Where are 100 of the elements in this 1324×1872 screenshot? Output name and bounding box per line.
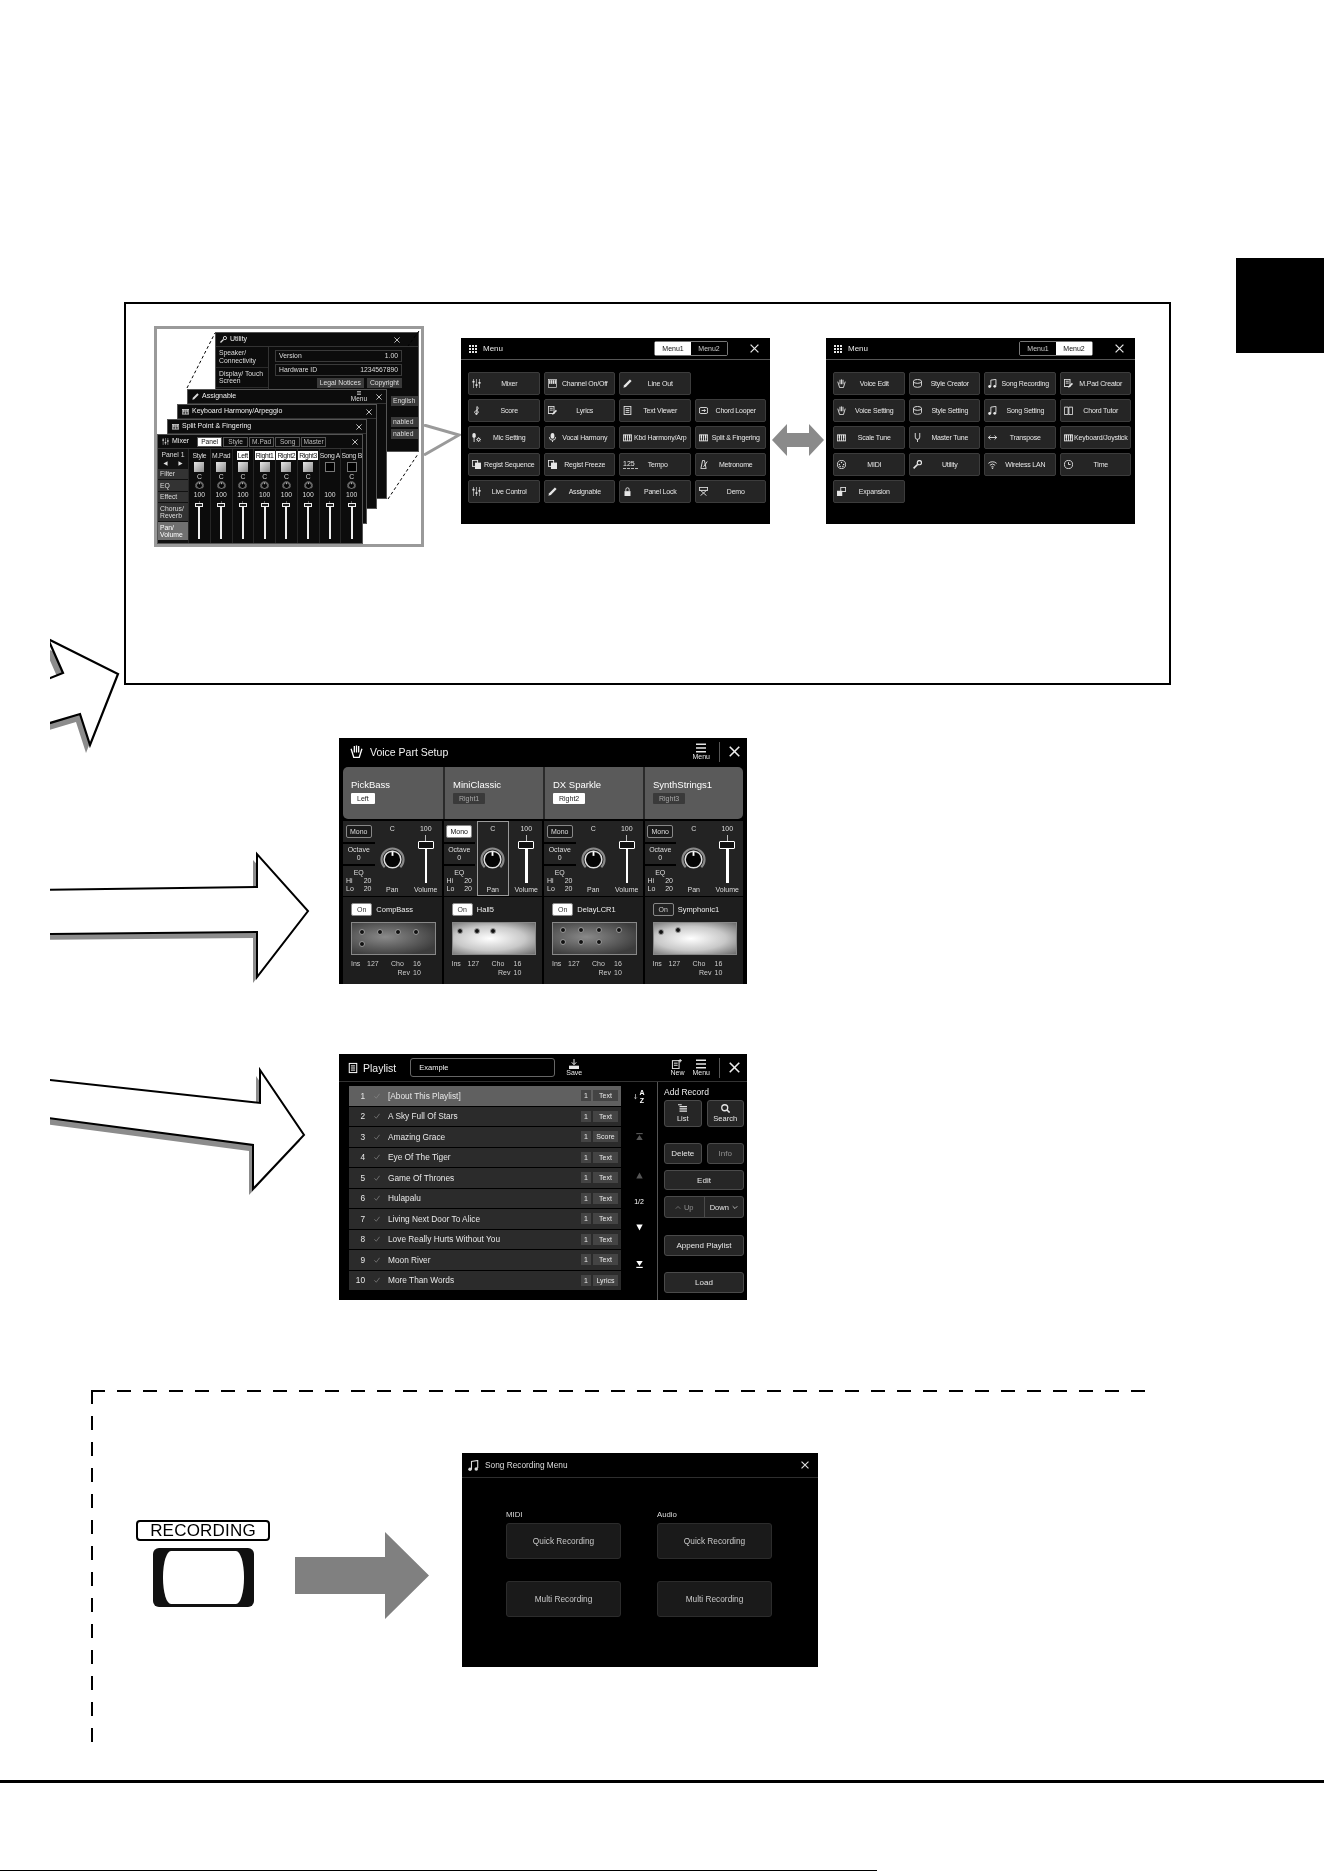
close-icon[interactable] bbox=[366, 408, 372, 415]
list-icon bbox=[677, 1104, 689, 1113]
close-icon[interactable] bbox=[356, 423, 362, 430]
add-record-label: Add Record bbox=[664, 1087, 710, 1097]
song-title: A Sky Full Of Stars bbox=[388, 1111, 459, 1122]
recording-button[interactable] bbox=[152, 1548, 254, 1607]
action-button[interactable]: Delete bbox=[664, 1143, 702, 1164]
screen-title: Menu bbox=[848, 344, 868, 353]
keyboard-icon bbox=[182, 408, 189, 415]
search-icon bbox=[719, 1104, 731, 1113]
knob-icon[interactable] bbox=[681, 846, 707, 872]
microphone-gear-icon bbox=[472, 433, 481, 442]
slider-thumb[interactable] bbox=[304, 502, 313, 507]
check-icon bbox=[374, 1092, 380, 1099]
row-number: 5 bbox=[359, 1172, 365, 1183]
row-number: 2 bbox=[359, 1111, 365, 1122]
close-icon[interactable] bbox=[352, 438, 358, 445]
image-placeholder bbox=[194, 462, 205, 472]
chevron-down-icon bbox=[731, 1204, 738, 1210]
volume-slider[interactable] bbox=[282, 501, 291, 539]
tuning-fork-icon bbox=[912, 433, 922, 442]
close-icon[interactable] bbox=[729, 746, 740, 757]
load-button[interactable]: Load bbox=[664, 1272, 744, 1293]
empty-square-icon bbox=[324, 462, 335, 472]
append-playlist-button[interactable]: Append Playlist bbox=[664, 1235, 744, 1256]
slider-thumb[interactable] bbox=[217, 502, 226, 507]
loop-icon bbox=[698, 406, 708, 415]
song-title: Moon River bbox=[388, 1254, 432, 1265]
pages-icon bbox=[547, 460, 557, 469]
slider-thumb[interactable] bbox=[238, 502, 247, 507]
menu-icon bbox=[695, 742, 708, 753]
notes-icon bbox=[988, 379, 997, 388]
triangle-right-icon[interactable] bbox=[178, 460, 183, 466]
check-icon bbox=[374, 1256, 380, 1263]
microphone-icon bbox=[547, 433, 557, 442]
volume-slider[interactable] bbox=[260, 501, 269, 539]
sliders-icon bbox=[162, 438, 169, 445]
triangle-down-icon[interactable] bbox=[635, 1224, 643, 1231]
knob-icon[interactable] bbox=[480, 846, 506, 872]
drum-icon bbox=[912, 379, 922, 388]
close-icon[interactable] bbox=[750, 344, 759, 353]
document-icon bbox=[623, 406, 632, 415]
volume-slider[interactable] bbox=[217, 501, 226, 539]
screen-title: Voice Part Setup bbox=[370, 745, 449, 758]
notes-icon bbox=[988, 406, 997, 415]
slider-thumb[interactable] bbox=[282, 502, 291, 507]
arrows-icon bbox=[988, 433, 997, 442]
voice-name[interactable]: DX Sparkle bbox=[553, 779, 602, 790]
voice-name[interactable]: SynthStrings1 bbox=[653, 779, 713, 790]
volume-slider[interactable] bbox=[417, 835, 434, 883]
slider-thumb[interactable] bbox=[325, 502, 334, 507]
song-title: [About This Playlist] bbox=[388, 1090, 462, 1101]
close-icon[interactable] bbox=[376, 393, 382, 400]
volume-slider[interactable] bbox=[719, 835, 736, 883]
recording-mode-button[interactable]: Quick Recording bbox=[657, 1523, 772, 1559]
document-pen-icon bbox=[547, 406, 557, 415]
volume-slider[interactable] bbox=[325, 501, 334, 539]
check-icon bbox=[374, 1215, 380, 1222]
song-title: Game Of Thrones bbox=[388, 1172, 456, 1183]
drum-icon bbox=[912, 406, 922, 415]
volume-slider[interactable] bbox=[518, 835, 535, 883]
row-number: 8 bbox=[359, 1234, 365, 1245]
bar-triangle-down-icon[interactable] bbox=[635, 1261, 643, 1268]
volume-slider[interactable] bbox=[238, 501, 247, 539]
knob-icon[interactable] bbox=[379, 846, 405, 872]
recording-mode-button[interactable]: Multi Recording bbox=[657, 1581, 772, 1617]
close-icon[interactable] bbox=[394, 336, 400, 343]
edit-button[interactable]: Edit bbox=[664, 1170, 744, 1190]
triangle-left-icon[interactable] bbox=[163, 460, 168, 466]
volume-slider[interactable] bbox=[304, 501, 313, 539]
volume-slider[interactable] bbox=[618, 835, 635, 883]
slider-thumb[interactable] bbox=[347, 502, 356, 507]
connector-icon bbox=[837, 460, 846, 469]
clef-icon bbox=[472, 406, 481, 415]
song-title: Amazing Grace bbox=[388, 1131, 447, 1142]
recording-mode-button[interactable]: Multi Recording bbox=[506, 1581, 621, 1617]
recording-mode-button[interactable]: Quick Recording bbox=[506, 1523, 621, 1559]
close-icon[interactable] bbox=[729, 1062, 740, 1073]
screen-title: Song Recording Menu bbox=[485, 1460, 568, 1470]
slider-thumb[interactable] bbox=[195, 502, 204, 507]
row-number: 1 bbox=[359, 1090, 365, 1101]
image-placeholder bbox=[216, 462, 227, 472]
blocks-icon bbox=[837, 487, 846, 496]
voice-name[interactable]: MiniClassic bbox=[453, 779, 502, 790]
check-icon bbox=[374, 1174, 380, 1181]
knob-icon[interactable] bbox=[580, 846, 606, 872]
close-icon[interactable] bbox=[1115, 344, 1124, 353]
volume-slider[interactable] bbox=[347, 501, 356, 539]
stand-icon bbox=[698, 487, 708, 496]
voice-name[interactable]: PickBass bbox=[351, 779, 391, 790]
recording-label: RECORDING bbox=[136, 1520, 270, 1541]
close-icon[interactable] bbox=[801, 1461, 809, 1469]
song-title: More Than Words bbox=[388, 1275, 456, 1286]
slider-thumb[interactable] bbox=[260, 502, 269, 507]
keyboard-icon bbox=[837, 433, 846, 442]
volume-slider[interactable] bbox=[195, 501, 204, 539]
sliders-icon bbox=[472, 487, 481, 496]
keyboard-icon bbox=[698, 433, 708, 442]
check-icon bbox=[374, 1113, 380, 1120]
screen-title: Menu bbox=[483, 344, 503, 353]
